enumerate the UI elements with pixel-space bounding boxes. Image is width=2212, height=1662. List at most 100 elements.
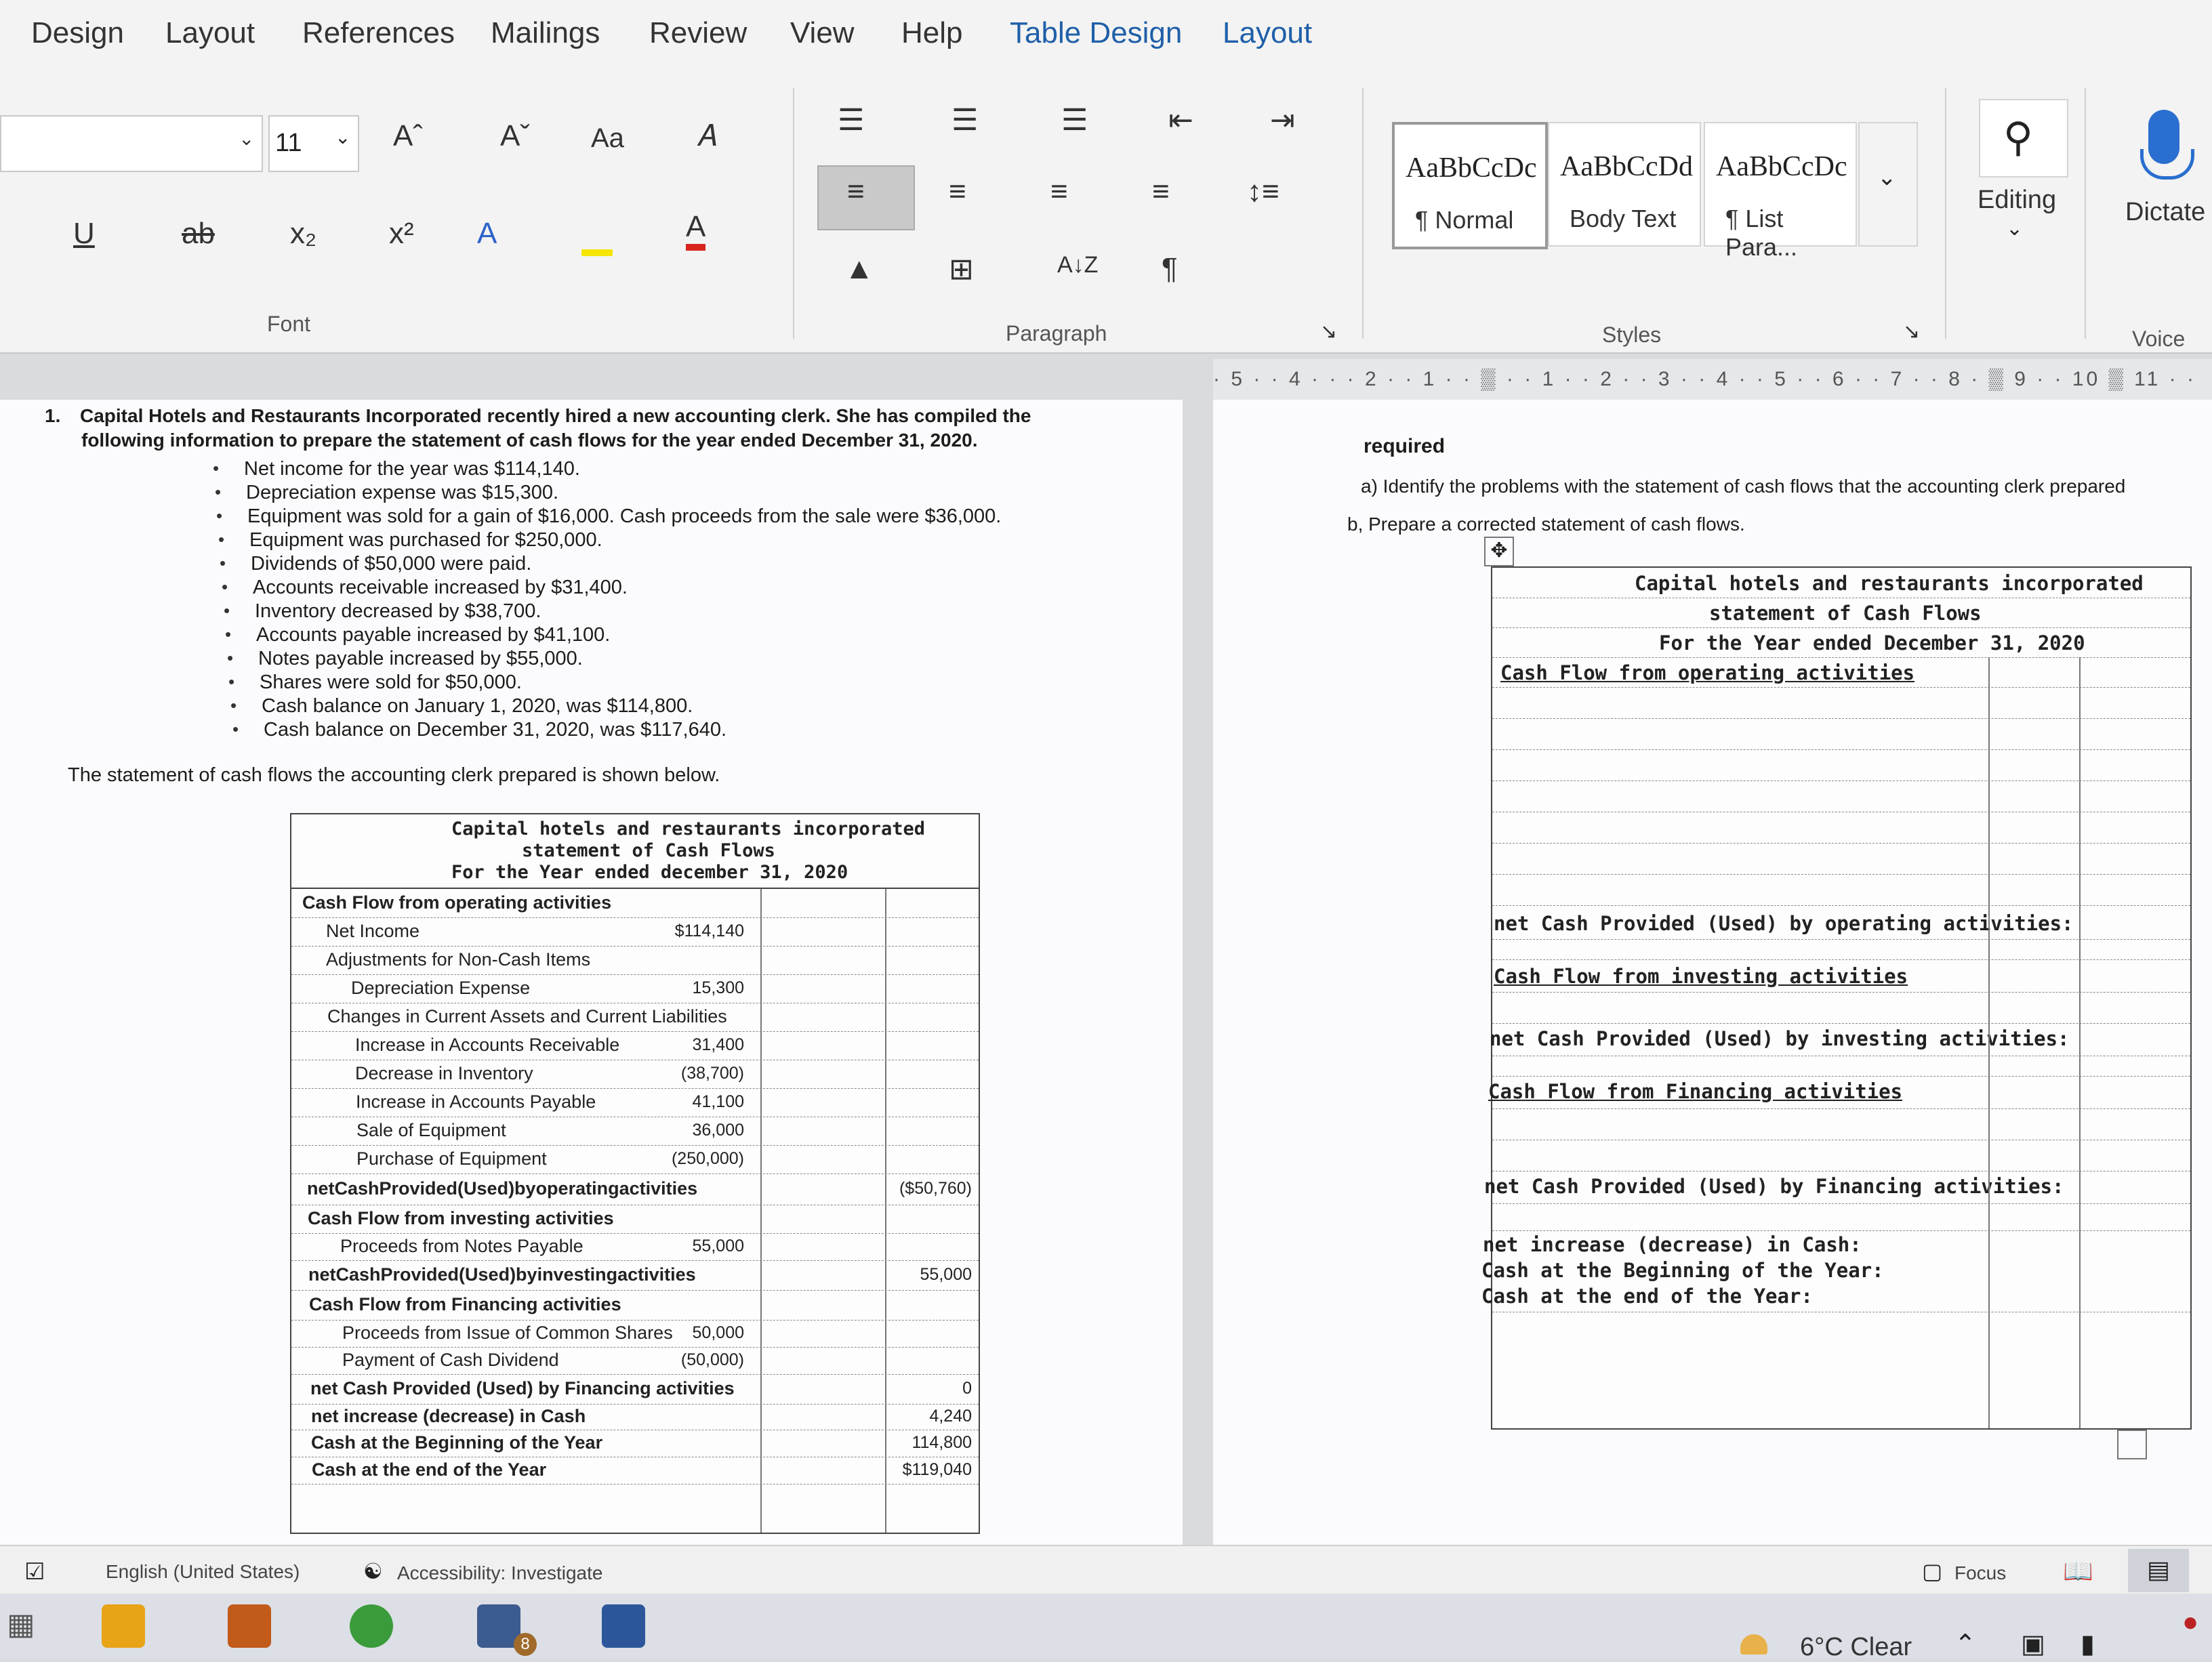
tab-help[interactable]: Help [901,16,963,50]
table-row[interactable]: net Cash Provided (Used) by Financing ac… [1484,1171,2190,1204]
required-heading: required [1364,435,1446,457]
table-row[interactable] [1492,1203,2190,1231]
language-status[interactable]: English (United States) [106,1561,300,1583]
table-row[interactable]: Cash at the end of the Year: [1481,1285,2190,1312]
tab-layout[interactable]: Layout [165,16,255,50]
table-row[interactable] [1492,781,2190,812]
table-row[interactable]: Cash at the Beginning of the Year: [1481,1258,2190,1285]
font-size-box[interactable]: 11 ⌄ [268,115,359,172]
chevron-down-icon[interactable]: ⌄ [2006,217,2023,241]
underline-button[interactable]: U [73,217,95,251]
device-icon[interactable]: ▣ [2021,1629,2045,1659]
table-row[interactable]: Cash Flow from Financing activities [1488,1076,2190,1109]
dialog-launcher-icon[interactable]: ↘ [1903,320,1920,344]
battery-icon[interactable]: ▮ [2081,1629,2095,1659]
file-explorer-icon[interactable] [102,1604,145,1648]
dictate-button[interactable]: Dictate [2125,198,2205,227]
table-row[interactable]: Cash Flow from investing activities [1492,959,2190,993]
sort-button[interactable]: A↓Z [1057,252,1098,278]
editing-label[interactable]: Editing [1978,186,2056,215]
line-spacing-icon[interactable]: ↕≡ [1247,175,1279,209]
accessibility-status[interactable]: Accessibility: Investigate [397,1562,602,1584]
row-label: Net Income [326,921,420,941]
tab-review[interactable]: Review [649,16,747,50]
borders-icon[interactable]: ⊞ [949,252,974,287]
table-row[interactable] [1492,812,2190,844]
font-name-box[interactable] [0,115,263,172]
focus-button[interactable]: Focus [1954,1562,2006,1584]
table-row[interactable]: net Cash Provided (Used) by investing ac… [1490,1023,2190,1056]
print-layout-button[interactable]: ▤ [2128,1549,2189,1592]
style-body-text[interactable]: AaBbCcDd Body Text [1548,122,1701,247]
row-label: Cash Flow from operating activities [302,892,612,913]
table-row[interactable] [1492,1108,2190,1140]
table-row[interactable]: net increase (decrease) in Cash: [1483,1230,2190,1258]
tab-references[interactable]: References [302,16,455,50]
font-color-icon[interactable]: A [686,210,706,251]
horizontal-ruler[interactable]: · 5 · · 4 · · · 2 · · 1 · · ▒ · · 1 · · … [1213,359,2212,431]
style-list-paragraph[interactable]: AaBbCcDc ¶ List Para... [1704,122,1857,261]
focus-icon[interactable]: ▢ [1922,1558,1942,1584]
change-case-button[interactable]: Aa [591,123,624,154]
strikethrough-button[interactable]: ab [182,217,215,251]
align-right-icon[interactable]: ≡ [1050,175,1068,209]
table-resize-handle[interactable] [2117,1430,2147,1459]
table-row[interactable] [1492,874,2190,906]
styles-group-label: Styles [1602,323,1662,347]
shading-icon[interactable]: ▲ [844,252,874,286]
numbering-icon[interactable]: ☰ [951,103,978,138]
table-row[interactable]: Cash Flow from operating activities [1492,657,2190,688]
table-row[interactable]: net Cash Provided (Used) by operating ac… [1492,905,2190,940]
row-label: Proceeds from Notes Payable [340,1236,583,1256]
table-row[interactable] [1492,939,2190,960]
list-item: Depreciation expense was $15,300. [246,482,559,503]
show-marks-button[interactable]: ¶ [1162,252,1178,286]
table-row: net increase (decrease) in Cash 4,240 [291,1404,979,1430]
table-row[interactable] [1492,1056,2190,1077]
styles-more-button[interactable]: ⌄ [1858,122,1918,247]
superscript-button[interactable]: x² [389,217,414,251]
chrome-icon[interactable] [350,1604,393,1648]
subscript-button[interactable]: x₂ [290,217,316,251]
table-row[interactable] [1492,1140,2190,1171]
tab-mailings[interactable]: Mailings [491,16,600,50]
increase-indent-icon[interactable]: ⇥ [1270,103,1295,138]
justify-icon[interactable]: ≡ [1152,175,1170,209]
table-move-handle-icon[interactable]: ✥ [1484,537,1514,566]
table-row[interactable] [1492,843,2190,875]
align-left-button[interactable] [817,165,915,230]
grow-font-button[interactable]: Aˆ [393,119,423,153]
read-mode-icon[interactable]: 📖 [2063,1557,2093,1585]
chevron-down-icon[interactable]: ⌄ [239,127,254,150]
decrease-indent-icon[interactable]: ⇤ [1168,103,1193,138]
table-row[interactable] [1492,749,2190,781]
tab-table-layout[interactable]: Layout [1223,16,1312,50]
task-view-icon[interactable]: ▦ [7,1607,35,1642]
align-center-icon[interactable]: ≡ [949,175,966,209]
accessibility-icon[interactable]: ☯ [363,1558,383,1584]
tab-table-design[interactable]: Table Design [1010,16,1182,50]
table-row[interactable] [1492,718,2190,750]
tab-view[interactable]: View [790,16,855,50]
dialog-launcher-icon[interactable]: ↘ [1320,320,1337,344]
list-item: Inventory decreased by $38,700. [255,600,541,622]
weather-status[interactable]: 6°C Clear [1800,1633,1912,1662]
proofing-icon[interactable]: ☑ [24,1558,45,1585]
row-label: Depreciation Expense [351,978,531,998]
word-icon[interactable] [602,1604,645,1648]
highlighter-icon[interactable] [581,222,613,256]
clear-formatting-icon[interactable]: 𝐴 [697,119,716,153]
chevron-up-icon[interactable]: ⌃ [1954,1629,1976,1659]
store-icon[interactable] [228,1604,271,1648]
table-row[interactable] [1492,687,2190,719]
find-button[interactable]: ⚲ [1979,99,2068,178]
tab-design[interactable]: Design [31,16,124,50]
table-row[interactable] [1492,992,2190,1024]
style-normal[interactable]: AaBbCcDc ¶ Normal [1392,122,1548,249]
notification-icon[interactable]: ● [2182,1607,2198,1638]
multilevel-list-icon[interactable]: ☰ [1061,103,1088,138]
financing-heading: Cash Flow from Financing activities [1488,1080,1903,1103]
bullets-icon[interactable]: ☰ [838,103,864,138]
shrink-font-button[interactable]: Aˇ [500,119,530,153]
text-effects-icon[interactable]: A [477,217,497,251]
